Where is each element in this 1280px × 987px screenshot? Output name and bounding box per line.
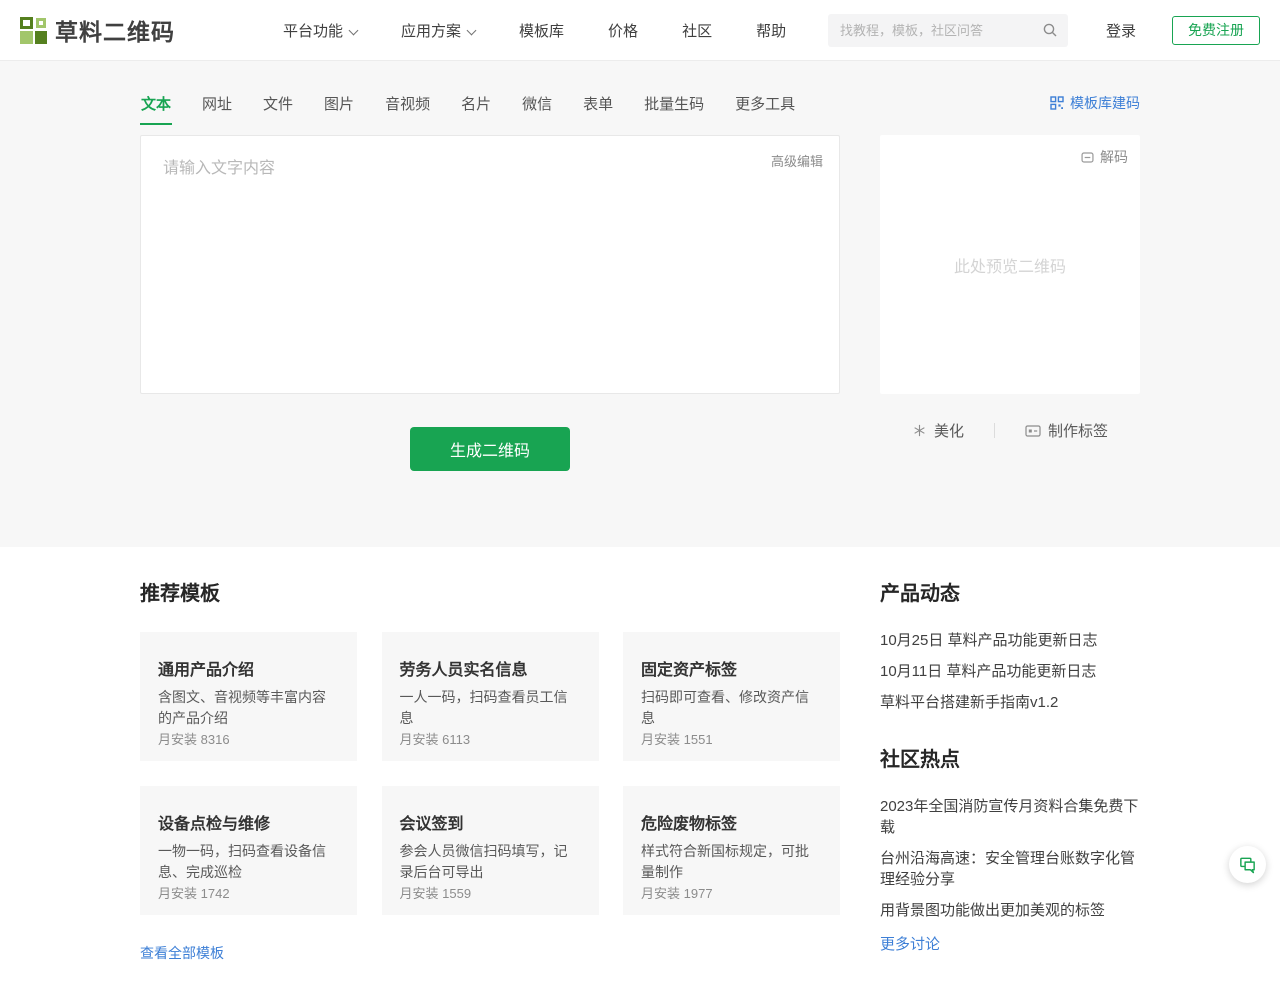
template-library-build-link[interactable]: 模板库建码: [1050, 93, 1140, 113]
template-installs: 月安装 1742: [158, 883, 230, 902]
qr-generator-section: 文本 网址 文件 图片 音视频 名片 微信 表单 批量生码 更多工具: [0, 61, 1280, 547]
template-desc: 一物一码，扫码查看设备信息、完成巡检: [158, 841, 339, 883]
nav-pricing[interactable]: 价格: [608, 20, 638, 41]
recommended-title: 推荐模板: [140, 577, 840, 606]
community-hot-title: 社区热点: [880, 743, 1140, 772]
template-installs: 月安装 1559: [400, 883, 472, 902]
template-title: 固定资产标签: [641, 656, 822, 680]
template-card[interactable]: 危险废物标签 样式符合新国标规定，可批量制作 月安装 1977: [623, 786, 840, 915]
text-input-panel: 高级编辑: [140, 135, 840, 394]
input-column: 高级编辑 生成二维码: [140, 135, 840, 471]
community-hot-list: 2023年全国消防宣传月资料合集免费下载 台州沿海高速：安全管理台账数字化管理经…: [880, 796, 1140, 921]
advanced-edit-link[interactable]: 高级编辑: [771, 151, 823, 170]
tab-audio-video[interactable]: 音视频: [384, 93, 431, 125]
search-input[interactable]: [840, 23, 1042, 38]
template-installs: 月安装 1551: [641, 729, 713, 748]
tab-text[interactable]: 文本: [140, 93, 172, 125]
chat-bubbles-icon: [1238, 855, 1257, 874]
qr-content-textarea[interactable]: [141, 136, 839, 393]
template-title: 会议签到: [400, 810, 581, 834]
template-title: 危险废物标签: [641, 810, 822, 834]
top-navbar: 草料二维码 平台功能 应用方案 模板库 价格 社区 帮助 登录 免费注册: [0, 0, 1280, 61]
chevron-down-icon: [349, 25, 359, 35]
divider: [994, 423, 995, 438]
template-cards: 通用产品介绍 含图文、音视频等丰富内容的产品介绍 月安装 8316 劳务人员实名…: [140, 632, 840, 915]
product-news-list: 10月25日 草料产品功能更新日志 10月11日 草料产品功能更新日志 草料平台…: [880, 630, 1140, 713]
template-card[interactable]: 劳务人员实名信息 一人一码，扫码查看员工信息 月安装 6113: [382, 632, 599, 761]
tab-batch-generate[interactable]: 批量生码: [643, 93, 705, 125]
header-search[interactable]: [828, 14, 1068, 47]
bottom-section: 推荐模板 通用产品介绍 含图文、音视频等丰富内容的产品介绍 月安装 8316 劳…: [0, 547, 1280, 987]
tab-form[interactable]: 表单: [582, 93, 614, 125]
tab-file[interactable]: 文件: [262, 93, 294, 125]
template-desc: 参会人员微信扫码填写，记录后台可导出: [400, 841, 581, 883]
template-installs: 月安装 1977: [641, 883, 713, 902]
news-item[interactable]: 10月25日 草料产品功能更新日志: [880, 630, 1140, 651]
tab-url[interactable]: 网址: [201, 93, 233, 125]
nav-community[interactable]: 社区: [682, 20, 712, 41]
template-title: 设备点检与维修: [158, 810, 339, 834]
template-card[interactable]: 通用产品介绍 含图文、音视频等丰富内容的产品介绍 月安装 8316: [140, 632, 357, 761]
brand-logo[interactable]: 草料二维码: [20, 13, 175, 47]
template-desc: 一人一码，扫码查看员工信息: [400, 687, 581, 729]
news-item[interactable]: 草料平台搭建新手指南v1.2: [880, 692, 1140, 713]
feedback-chat-button[interactable]: [1229, 846, 1266, 883]
news-column: 产品动态 10月25日 草料产品功能更新日志 10月11日 草料产品功能更新日志…: [880, 577, 1140, 963]
preview-placeholder-text: 此处预览二维码: [880, 135, 1140, 394]
tab-more-tools[interactable]: 更多工具: [734, 93, 796, 125]
search-icon[interactable]: [1042, 22, 1058, 38]
register-button[interactable]: 免费注册: [1172, 16, 1260, 45]
community-item[interactable]: 台州沿海高速：安全管理台账数字化管理经验分享: [880, 848, 1140, 890]
nav-platform-features[interactable]: 平台功能: [283, 20, 357, 41]
template-card[interactable]: 设备点检与维修 一物一码，扫码查看设备信息、完成巡检 月安装 1742: [140, 786, 357, 915]
header-actions: 登录 免费注册: [828, 14, 1260, 47]
preview-column: 解码 此处预览二维码 美化: [880, 135, 1140, 471]
login-link[interactable]: 登录: [1106, 20, 1136, 41]
sparkle-icon: [912, 423, 927, 438]
nav-template-library[interactable]: 模板库: [519, 20, 564, 41]
template-desc: 扫码即可查看、修改资产信息: [641, 687, 822, 729]
tab-wechat[interactable]: 微信: [521, 93, 553, 125]
product-news-title: 产品动态: [880, 577, 1140, 606]
more-discussions-link[interactable]: 更多讨论: [880, 933, 940, 954]
community-item[interactable]: 2023年全国消防宣传月资料合集免费下载: [880, 796, 1140, 838]
chevron-down-icon: [467, 25, 477, 35]
generate-qr-button[interactable]: 生成二维码: [410, 427, 570, 471]
template-installs: 月安装 8316: [158, 729, 230, 748]
template-title: 通用产品介绍: [158, 656, 339, 680]
template-desc: 含图文、音视频等丰富内容的产品介绍: [158, 687, 339, 729]
template-title: 劳务人员实名信息: [400, 656, 581, 680]
beautify-button[interactable]: 美化: [912, 420, 964, 441]
template-installs: 月安装 6113: [400, 729, 471, 748]
main-nav: 平台功能 应用方案 模板库 价格 社区 帮助: [283, 20, 786, 41]
template-desc: 样式符合新国标规定，可批量制作: [641, 841, 822, 883]
community-item[interactable]: 用背景图功能做出更加美观的标签: [880, 900, 1140, 921]
generator-tab-bar: 文本 网址 文件 图片 音视频 名片 微信 表单 批量生码 更多工具: [140, 93, 1140, 125]
tab-business-card[interactable]: 名片: [460, 93, 492, 125]
preview-tools: 美化 制作标签: [880, 420, 1140, 441]
template-card[interactable]: 会议签到 参会人员微信扫码填写，记录后台可导出 月安装 1559: [382, 786, 599, 915]
brand-name: 草料二维码: [55, 13, 175, 47]
qr-preview-panel: 解码 此处预览二维码: [880, 135, 1140, 394]
make-label-button[interactable]: 制作标签: [1025, 420, 1108, 441]
view-all-templates-link[interactable]: 查看全部模板: [140, 943, 224, 963]
nav-solutions[interactable]: 应用方案: [401, 20, 475, 41]
qr-logo-icon: [20, 17, 47, 44]
news-item[interactable]: 10月11日 草料产品功能更新日志: [880, 661, 1140, 682]
template-card[interactable]: 固定资产标签 扫码即可查看、修改资产信息 月安装 1551: [623, 632, 840, 761]
nav-help[interactable]: 帮助: [756, 20, 786, 41]
recommended-templates: 推荐模板 通用产品介绍 含图文、音视频等丰富内容的产品介绍 月安装 8316 劳…: [140, 577, 840, 963]
tab-image[interactable]: 图片: [323, 93, 355, 125]
qr-code-icon: [1050, 96, 1064, 110]
label-icon: [1025, 424, 1041, 438]
